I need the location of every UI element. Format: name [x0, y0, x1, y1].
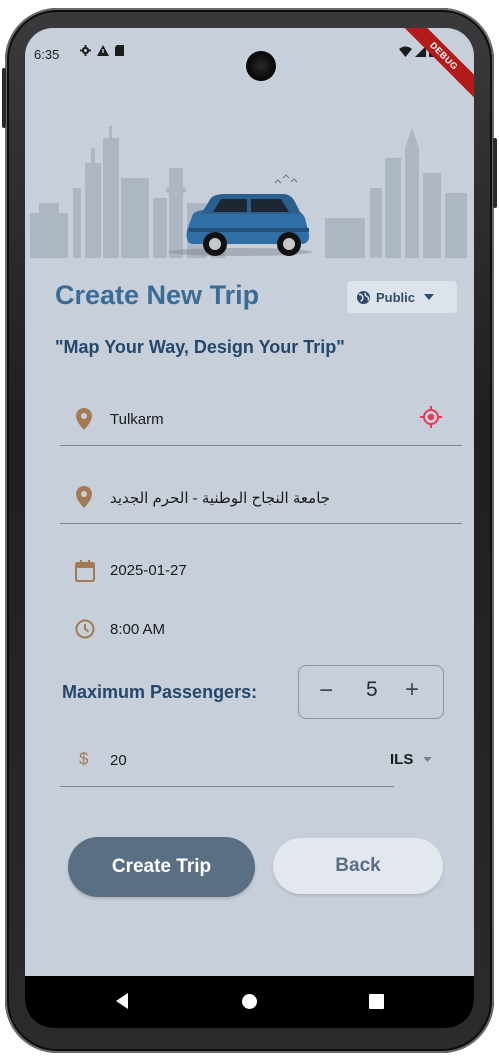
- location-pin-icon: [76, 486, 92, 508]
- page-title: Create New Trip: [55, 280, 260, 310]
- nav-recents-icon[interactable]: [369, 994, 384, 1009]
- destination-value: جامعة النجاح الوطنية - الحرم الجديد: [110, 490, 331, 507]
- gear-icon: [80, 45, 91, 56]
- destination-underline: [60, 523, 462, 524]
- destination-field[interactable]: جامعة النجاح الوطنية - الحرم الجديد: [60, 470, 462, 524]
- date-value: 2025-01-27: [110, 562, 187, 579]
- title-row: Create New Trip Public: [55, 280, 457, 320]
- app-screen: 6:35 DEBUG Create New Trip Public "Map Y…: [25, 28, 474, 1028]
- status-icons-left: [80, 45, 124, 56]
- increment-button[interactable]: +: [405, 676, 419, 704]
- origin-value: Tulkarm: [110, 411, 164, 428]
- max-passengers-label: Maximum Passengers:: [62, 682, 258, 702]
- globe-icon: [356, 290, 371, 304]
- calendar-icon: [75, 560, 95, 582]
- front-camera: [246, 51, 276, 81]
- currency-value: ILS: [390, 751, 414, 768]
- create-trip-button[interactable]: Create Trip: [68, 837, 255, 897]
- origin-underline: [60, 445, 462, 446]
- decrement-button[interactable]: −: [319, 677, 333, 705]
- chevron-down-icon: [424, 294, 435, 300]
- time-value: 8:00 AM: [110, 621, 166, 638]
- system-nav-bar: [25, 976, 474, 1028]
- my-location-icon[interactable]: [419, 405, 443, 429]
- price-underline: [60, 786, 394, 787]
- price-field[interactable]: $ 20: [60, 733, 394, 787]
- debug-banner: DEBUG: [395, 28, 474, 105]
- passenger-count: 5: [366, 678, 378, 701]
- visibility-label: Public: [376, 289, 416, 305]
- status-time: 6:35: [34, 47, 60, 62]
- status-bar: 6:35 DEBUG: [25, 28, 474, 105]
- nav-home-icon[interactable]: [242, 994, 257, 1009]
- wifi-icon: [399, 46, 412, 57]
- hero-illustration: [30, 126, 467, 258]
- warning-icon: [97, 45, 109, 56]
- chevron-down-icon: [423, 757, 433, 762]
- nav-back-icon[interactable]: [116, 993, 128, 1009]
- currency-dropdown[interactable]: ILS: [390, 751, 433, 768]
- date-picker[interactable]: 2025-01-27: [75, 556, 275, 586]
- sd-card-icon: [115, 45, 124, 56]
- origin-field[interactable]: Tulkarm: [60, 392, 462, 446]
- time-picker[interactable]: 8:00 AM: [75, 615, 275, 645]
- tagline: "Map Your Way, Design Your Trip": [55, 337, 345, 357]
- birds: [274, 174, 298, 184]
- passenger-stepper: − 5 +: [298, 665, 444, 719]
- volume-button: [2, 68, 6, 128]
- back-button[interactable]: Back: [273, 838, 443, 894]
- dollar-icon: $: [79, 749, 89, 768]
- location-pin-icon: [76, 408, 92, 430]
- clock-icon: [75, 619, 95, 639]
- price-value: 20: [110, 752, 127, 769]
- visibility-dropdown[interactable]: Public: [347, 281, 457, 313]
- power-button: [493, 138, 497, 208]
